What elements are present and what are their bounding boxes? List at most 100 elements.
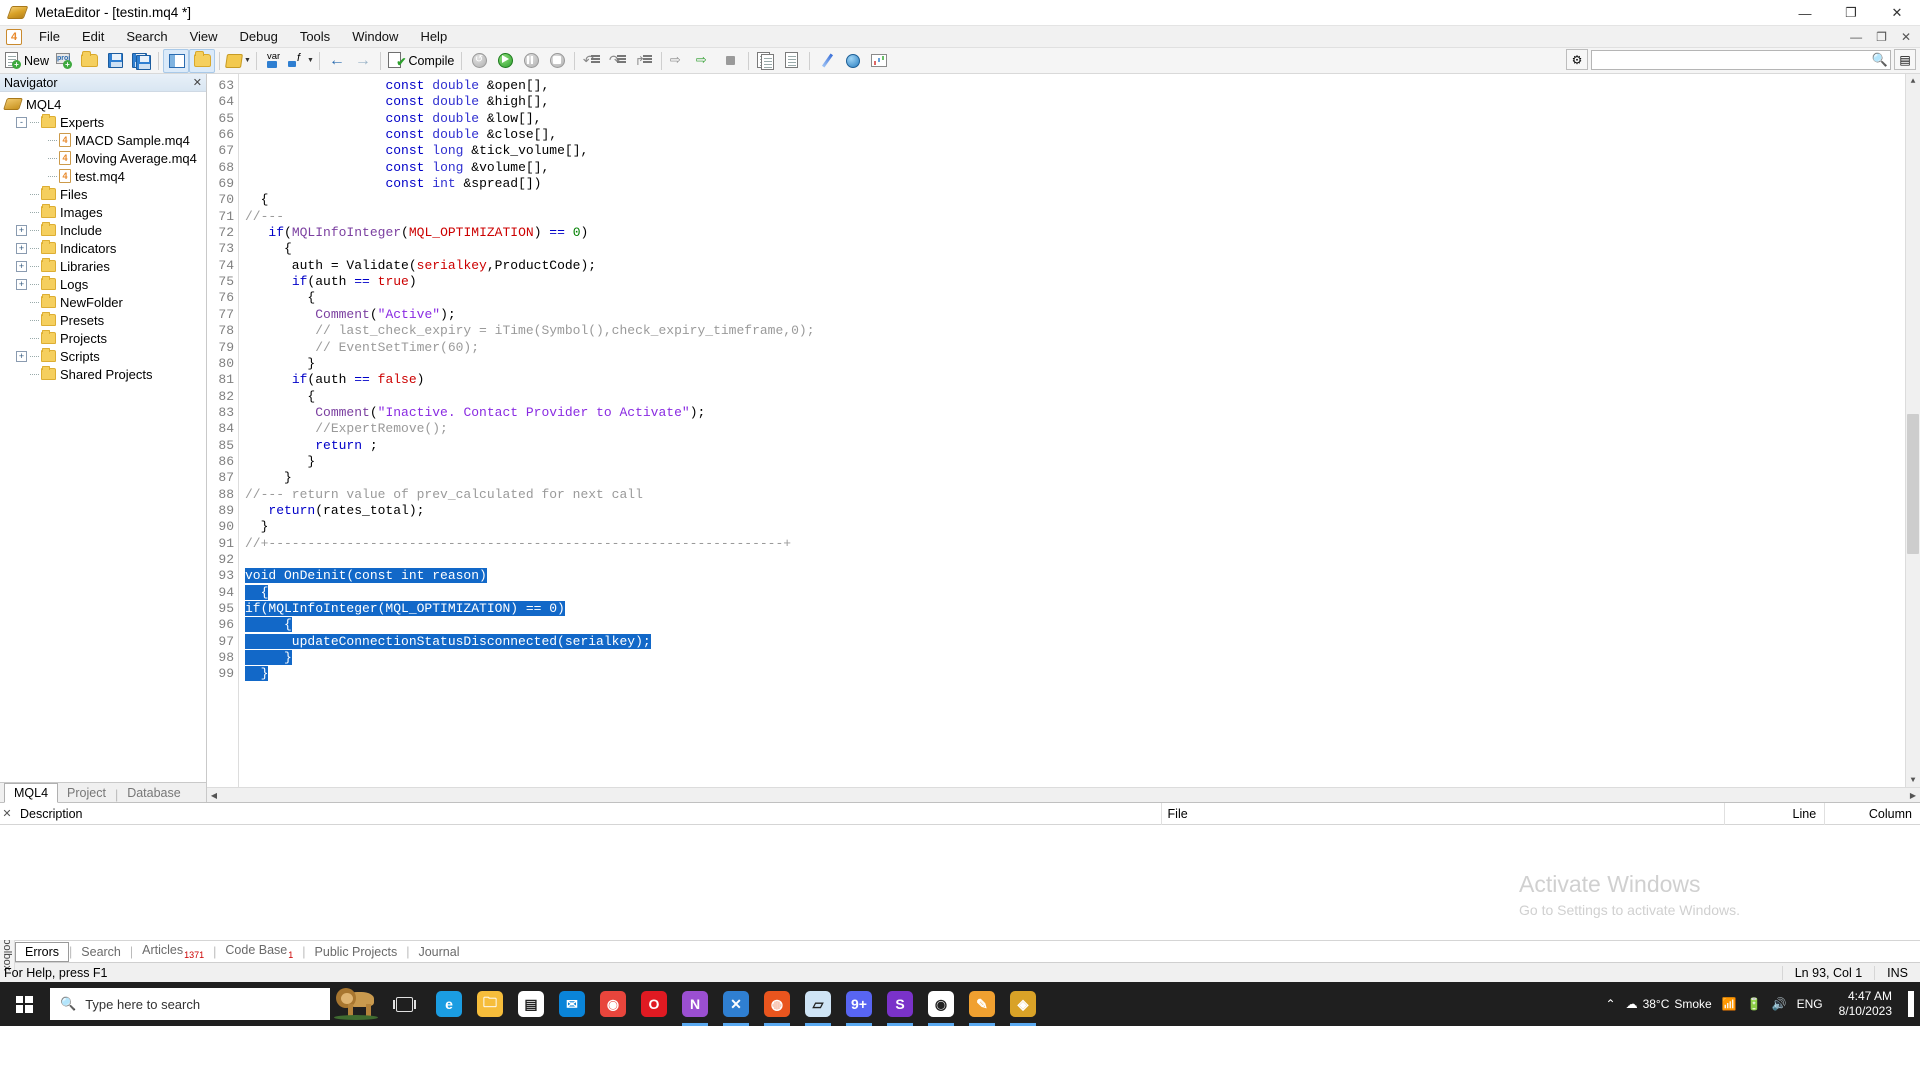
edge-button[interactable]: e	[430, 982, 468, 1026]
scroll-right-icon[interactable]: ▶	[1906, 791, 1920, 800]
tree-item-test-mq4[interactable]: 4 test.mq4	[0, 167, 206, 185]
selected-text[interactable]: }	[245, 666, 269, 682]
open-file-button[interactable]	[76, 49, 102, 73]
code-line[interactable]: const double &close[],	[245, 127, 1920, 143]
opera-button[interactable]: O	[635, 982, 673, 1026]
copy-button[interactable]	[753, 49, 779, 73]
doc-minimize-button[interactable]: —	[1843, 30, 1869, 44]
code-line[interactable]: updateConnectionStatusDisconnected(seria…	[245, 633, 1920, 650]
file-explorer-button[interactable]: 🗀	[471, 982, 509, 1026]
tree-expander[interactable]: -	[16, 116, 27, 128]
tree-expander[interactable]: +	[16, 224, 27, 236]
save-button[interactable]	[102, 49, 128, 73]
tree-expander[interactable]: +	[16, 350, 27, 362]
code-line[interactable]: const double &high[],	[245, 94, 1920, 110]
code-line[interactable]: {	[245, 192, 1920, 208]
toolbox-toggle-button[interactable]	[189, 48, 216, 73]
code-editor[interactable]: 63 64 65 66 67 68 69 70 71 72 73 74 75 76 77 78 79 80 81 82…	[207, 74, 1920, 787]
speaker-icon[interactable]: 🔊	[1772, 997, 1787, 1011]
nav-tab-mql4[interactable]: MQL4	[4, 783, 59, 803]
menu-help[interactable]: Help	[409, 27, 458, 46]
selected-text[interactable]: }	[245, 650, 292, 666]
selected-text[interactable]: if(MQLInfoInteger(MQL_OPTIMIZATION) == 0…	[245, 601, 565, 616]
ubuntu-button[interactable]: ◍	[758, 982, 796, 1026]
github-button[interactable]: ◉	[922, 982, 960, 1026]
step-into-button[interactable]: ↶	[579, 49, 605, 73]
column-line[interactable]: Line	[1725, 802, 1826, 825]
functions-button[interactable]: f ▼	[287, 49, 315, 73]
tree-item-scripts[interactable]: + Scripts	[0, 347, 206, 365]
doc-close-button[interactable]: ✕	[1894, 30, 1918, 44]
tree-item-experts[interactable]: - Experts	[0, 113, 206, 131]
pause-debug-button[interactable]	[518, 49, 544, 73]
code-line[interactable]: {	[245, 584, 1920, 601]
step-over-button[interactable]: ↷	[605, 49, 631, 73]
variables-button[interactable]: var	[261, 49, 287, 73]
column-file[interactable]: File	[1162, 802, 1726, 825]
tree-item-shared-projects[interactable]: Shared Projects	[0, 365, 206, 383]
task-view-button[interactable]	[384, 982, 424, 1026]
back-button[interactable]: ←	[324, 49, 350, 73]
selected-text[interactable]: updateConnectionStatusDisconnected(seria…	[245, 633, 651, 649]
navigator-tree[interactable]: MQL4 - Experts 4 MACD Sample.mq4 4 Moving Ave…	[0, 92, 206, 782]
code-text-area[interactable]: const double &open[], const double &high…	[239, 74, 1920, 787]
selected-text[interactable]: void OnDeinit(const int reason)	[245, 568, 487, 584]
code-line[interactable]: const long &tick_volume[],	[245, 143, 1920, 159]
code-line[interactable]: //+-------------------------------------…	[245, 536, 1920, 552]
search-icon[interactable]: 🔍	[1870, 52, 1890, 68]
editor-horizontal-scrollbar[interactable]: ◀ ▶	[207, 787, 1920, 802]
menu-tools[interactable]: Tools	[289, 27, 341, 46]
tree-item-include[interactable]: + Include	[0, 221, 206, 239]
maximize-button[interactable]: ❐	[1828, 0, 1874, 26]
scroll-down-icon[interactable]: ▼	[1906, 773, 1920, 787]
run-to-cursor-button[interactable]: ⇨	[666, 49, 692, 73]
tree-expander[interactable]: +	[16, 260, 27, 272]
tree-item-moving-average-mq4[interactable]: 4 Moving Average.mq4	[0, 149, 206, 167]
chart-button[interactable]	[866, 49, 892, 73]
weather-widget[interactable]: ☁ 38°C Smoke	[1626, 997, 1712, 1011]
chevron-down-icon[interactable]: ▼	[244, 57, 251, 64]
code-line[interactable]: }	[245, 666, 1920, 682]
close-button[interactable]: ✕	[1874, 0, 1920, 26]
code-line[interactable]: {	[245, 241, 1920, 257]
column-column[interactable]: Column	[1825, 803, 1920, 825]
code-line[interactable]: //ExpertRemove();	[245, 421, 1920, 437]
code-line[interactable]: void OnDeinit(const int reason)	[245, 568, 1920, 584]
restart-button[interactable]: ↺	[466, 49, 492, 73]
code-line[interactable]: const int &spread[])	[245, 176, 1920, 192]
code-line[interactable]: //---	[245, 209, 1920, 225]
code-line[interactable]: return ;	[245, 438, 1920, 454]
code-line[interactable]: if(MQLInfoInteger(MQL_OPTIMIZATION) == 0…	[245, 601, 1920, 617]
code-line[interactable]: {	[245, 389, 1920, 405]
magic-wand-button[interactable]	[814, 49, 840, 73]
tree-item-logs[interactable]: + Logs	[0, 275, 206, 293]
code-line[interactable]: // last_check_expiry = iTime(Symbol(),ch…	[245, 323, 1920, 339]
code-line[interactable]: auth = Validate(serialkey,ProductCode);	[245, 258, 1920, 274]
nav-tab-project[interactable]: Project	[58, 784, 115, 802]
selected-text[interactable]: {	[245, 617, 292, 633]
stop-debug-button[interactable]	[544, 49, 570, 73]
column-description[interactable]: Description	[14, 802, 1162, 825]
toolbox-tab-code-base[interactable]: Code Base1	[216, 941, 302, 962]
chrome-button[interactable]: ◉	[594, 982, 632, 1026]
discord-button[interactable]: 9+	[840, 982, 878, 1026]
microsoft-store-button[interactable]: ▤	[512, 982, 550, 1026]
action-center-icon[interactable]	[1908, 991, 1914, 1017]
metatrader-button[interactable]: ▱	[799, 982, 837, 1026]
skype-button[interactable]: S	[881, 982, 919, 1026]
search-options-button[interactable]: ▤	[1894, 49, 1916, 70]
chevron-down-icon[interactable]: ▼	[307, 57, 314, 64]
code-line[interactable]: // EventSetTimer(60);	[245, 340, 1920, 356]
navigator-close-icon[interactable]: ✕	[193, 76, 202, 89]
toolbox-close-icon[interactable]: ✕	[0, 807, 14, 820]
search-input[interactable]	[1592, 50, 1870, 69]
tray-chevron-icon[interactable]: ⌃	[1606, 997, 1616, 1011]
tree-expander[interactable]: +	[16, 278, 27, 290]
start-debug-button[interactable]	[492, 49, 518, 73]
tree-item-indicators[interactable]: + Indicators	[0, 239, 206, 257]
doc-restore-button[interactable]: ❐	[1869, 30, 1894, 44]
menu-file[interactable]: File	[28, 27, 71, 46]
scroll-left-icon[interactable]: ◀	[207, 791, 221, 800]
code-line[interactable]: }	[245, 519, 1920, 535]
toolbar-search-box[interactable]: 🔍	[1591, 49, 1891, 70]
